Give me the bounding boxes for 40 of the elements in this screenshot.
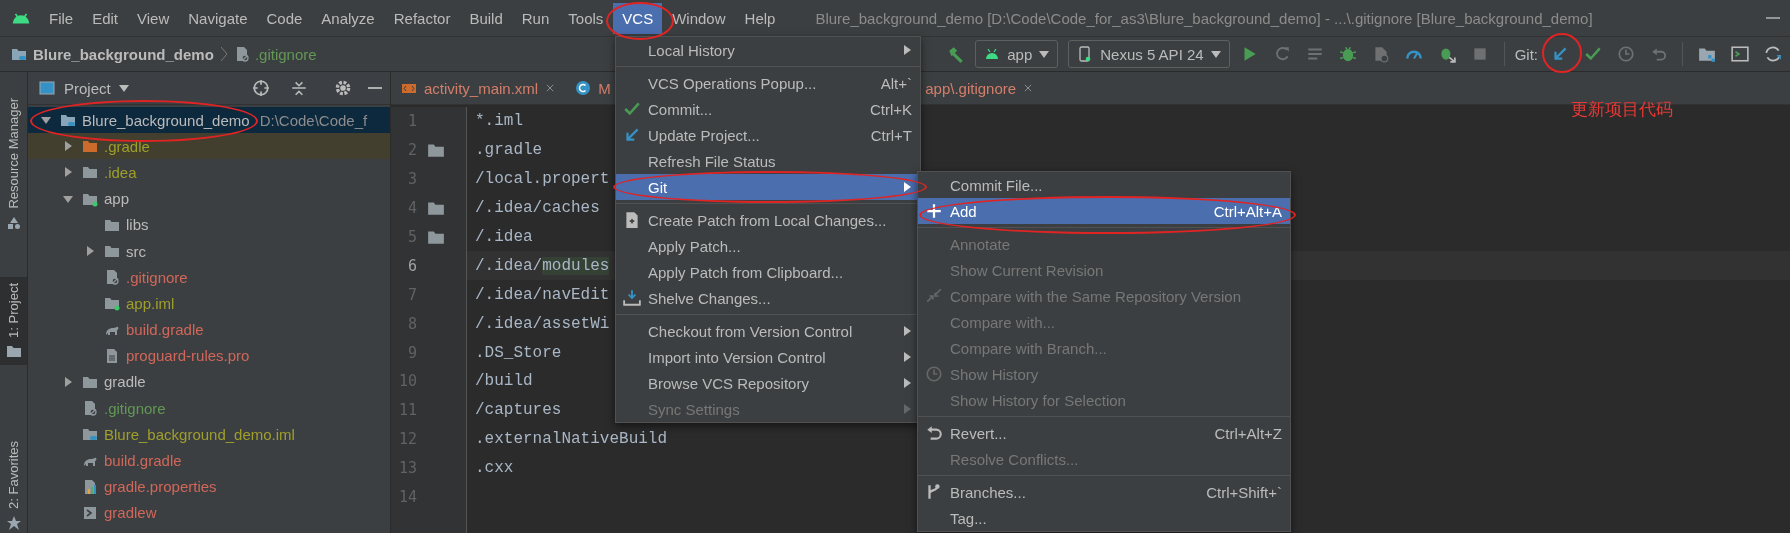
code-line: .cxx <box>475 459 514 478</box>
item-label: .idea <box>104 163 137 181</box>
item-label: gradlew <box>104 504 157 522</box>
item-label: gradle <box>104 373 146 391</box>
path-text: D:\Code\Code_f <box>259 111 368 129</box>
item-label: Blure_background_demo <box>82 111 250 129</box>
item-label: libs <box>126 216 149 234</box>
item-label: .gitignore <box>126 268 188 286</box>
shortcut-text: Ctrl+Shift+` <box>1205 483 1282 501</box>
window-title: Blure_background_demo [D:\Code\Code_for_as3\Blure_background_demo] - ...\.gitignore [Blure_background_demo] <box>815 9 1593 27</box>
shortcut-text: Ctrl+T <box>869 126 912 144</box>
annotation-text: 更新项目代码 <box>1571 98 1673 121</box>
code-line: .gradle <box>475 141 543 160</box>
item-label: .gitignore <box>104 399 166 417</box>
code-line: /captures <box>475 401 562 420</box>
code-line: /.idea <box>475 228 533 246</box>
code-line: /.idea/assetWi <box>475 314 610 333</box>
item-label: app <box>104 190 130 208</box>
code-line: /local.propert <box>475 170 610 189</box>
item-label: proguard-rules.pro <box>126 347 250 365</box>
item-label: src <box>126 242 146 260</box>
item-label: gradle.properties <box>104 478 217 496</box>
item-label: .gradle <box>104 137 150 155</box>
code-line: .externalNativeBuild <box>475 430 668 449</box>
code-line: *.iml <box>475 112 523 131</box>
line-number: 6 <box>406 256 417 275</box>
code-line: /.idea/caches <box>475 199 600 218</box>
shortcut-text: Ctrl+Alt+A <box>1212 202 1282 220</box>
item-label: build.gradle <box>104 452 182 470</box>
shortcut-text: Ctrl+Alt+Z <box>1213 424 1282 442</box>
code-line: /.idea/modules <box>475 256 610 275</box>
shortcut-text: Alt+` <box>879 74 912 92</box>
item-label: app.iml <box>126 294 175 312</box>
code-line: /.idea/navEdit <box>475 285 610 304</box>
code-line: /build <box>475 372 533 391</box>
item-label: Blure_background_demo.iml <box>104 425 295 443</box>
code-line: .DS_Store <box>475 343 562 362</box>
item-label: build.gradle <box>126 321 204 339</box>
shortcut-text: Ctrl+K <box>868 100 912 118</box>
git-label: Git: <box>1514 45 1538 63</box>
